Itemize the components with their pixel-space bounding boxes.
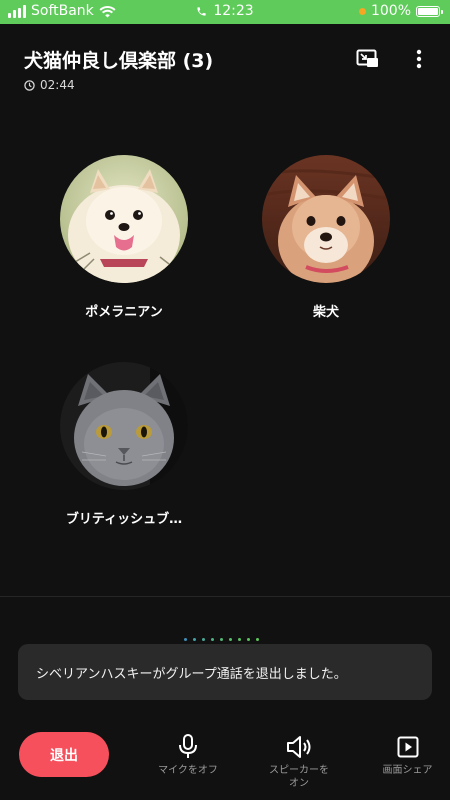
participant-tile[interactable]: 柴犬	[246, 155, 406, 320]
location-indicator-icon	[358, 7, 366, 15]
microphone-icon	[179, 734, 197, 758]
leave-call-label: 退出	[50, 747, 78, 764]
speaker-icon	[287, 736, 311, 758]
participant-tile[interactable]: ポメラニアン	[44, 155, 204, 320]
screen-share-label: 画面シェア	[382, 765, 433, 776]
battery-info: 100%	[358, 3, 443, 19]
minimize-button[interactable]	[355, 48, 381, 70]
status-bar: SoftBank 12:23 100%	[0, 0, 450, 24]
more-vertical-icon	[416, 49, 422, 69]
participant-tile[interactable]: ブリティッシュブ…	[44, 362, 204, 527]
group-call-title: 犬猫仲良し倶楽部 (3)	[24, 50, 214, 72]
speaker-toggle-label: スピーカーを オン	[269, 765, 329, 789]
british-shorthair-avatar	[60, 362, 188, 490]
participant-name: ポメラニアン	[85, 305, 163, 320]
shiba-inu-avatar	[262, 155, 390, 283]
participant-name: ブリティッシュブ…	[65, 512, 183, 527]
divider	[0, 596, 450, 597]
page-indicator-dots	[184, 638, 259, 641]
clock-time: 12:23	[213, 3, 254, 19]
phone-icon	[197, 6, 206, 16]
screen-share-button[interactable]: 画面シェア	[365, 733, 450, 777]
minimize-window-icon	[356, 49, 378, 67]
speaker-toggle-button[interactable]: スピーカーを オン	[254, 733, 344, 790]
battery-percent: 100%	[370, 3, 411, 19]
clock-icon	[24, 79, 35, 91]
pomeranian-avatar	[60, 155, 188, 283]
participant-name: 柴犬	[312, 305, 339, 320]
toast-message: シベリアンハスキーがグループ通話を退出しました。	[36, 666, 347, 682]
battery-icon	[416, 5, 443, 17]
mic-toggle-button[interactable]: マイクをオフ	[143, 733, 233, 777]
call-duration-text: 02:44	[40, 78, 75, 92]
more-options-button[interactable]	[406, 48, 432, 70]
call-duration: 02:44	[24, 78, 75, 92]
mic-toggle-label: マイクをオフ	[158, 765, 218, 776]
notification-toast: シベリアンハスキーがグループ通話を退出しました。	[18, 644, 432, 700]
screen-share-icon	[397, 736, 418, 758]
leave-call-button[interactable]: 退出	[19, 732, 109, 777]
